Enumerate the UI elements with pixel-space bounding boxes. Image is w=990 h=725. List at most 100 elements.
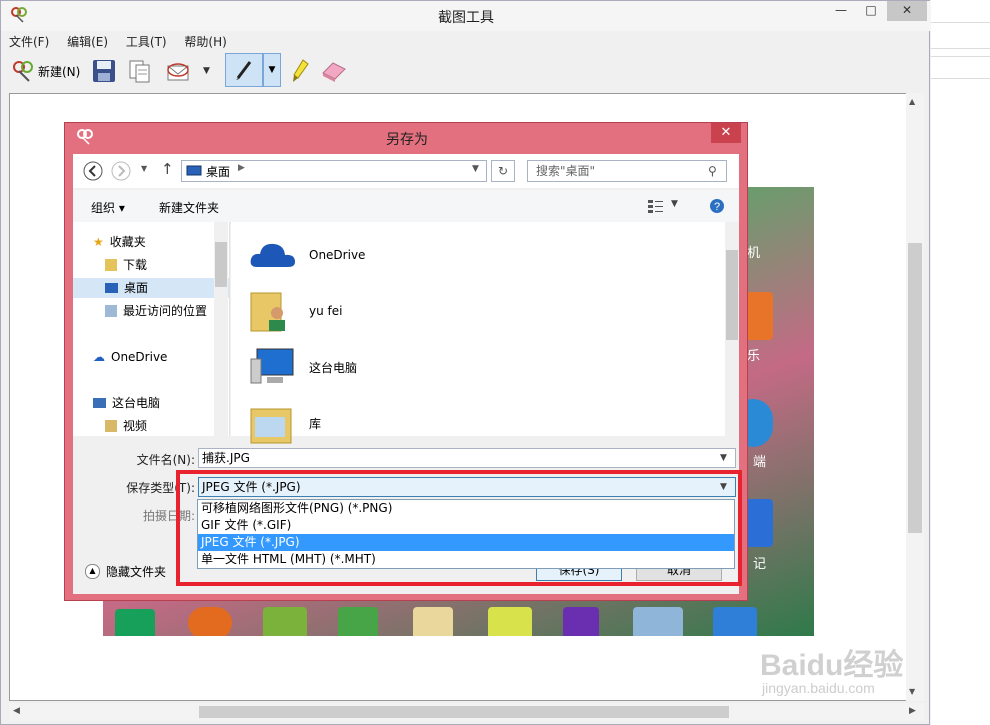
nav-pane-scrollbar[interactable] — [214, 222, 228, 436]
tree-item-downloads[interactable]: 下载 — [105, 255, 147, 275]
collapse-icon: ▲ — [85, 564, 100, 579]
taskbar-app-icon — [713, 607, 757, 636]
pen-dropdown-arrow-icon[interactable]: ▼ — [263, 53, 281, 87]
bg-label: 机 — [747, 246, 761, 261]
file-item-libraries[interactable]: 库 — [247, 398, 321, 448]
address-location: 桌面 — [206, 165, 231, 179]
filename-label: 文件名(N): — [136, 453, 195, 467]
help-icon[interactable]: ? — [709, 198, 725, 214]
view-options-icon[interactable] — [647, 198, 665, 214]
bg-label: 乐 — [747, 349, 761, 364]
bg-label: 端 — [753, 455, 767, 470]
highlight-annotation-box — [176, 470, 742, 586]
new-folder-button[interactable]: 新建文件夹 — [159, 199, 219, 216]
desktop-icon — [105, 283, 118, 293]
taskbar-app-icon — [263, 607, 307, 636]
send-snip-button[interactable] — [165, 55, 191, 87]
watermark-logo: Baidu经验 — [760, 649, 904, 682]
computer-icon — [93, 398, 106, 408]
copy-icon — [129, 60, 150, 83]
minimize-button[interactable]: — — [827, 1, 855, 21]
dialog-title: 另存为 — [386, 132, 428, 148]
filename-dropdown-icon[interactable]: ▼ — [720, 449, 727, 467]
send-dropdown-arrow-icon[interactable]: ▼ — [203, 55, 210, 87]
address-dropdown-icon[interactable]: ▼ — [472, 164, 479, 174]
scissors-icon — [13, 61, 33, 82]
file-scroll-thumb[interactable] — [726, 250, 738, 340]
hide-folders-toggle[interactable]: ▲ 隐藏文件夹 — [85, 563, 166, 580]
tree-item-favorites[interactable]: ★ 收藏夹 — [93, 232, 146, 252]
file-pane-scrollbar[interactable] — [725, 222, 739, 436]
breadcrumb-arrow-icon[interactable]: ▶ — [238, 163, 245, 173]
taskbar-app-icon — [563, 607, 599, 636]
file-item-this-pc[interactable]: 这台电脑 — [247, 342, 357, 392]
search-placeholder: 搜索"桌面" — [536, 164, 596, 178]
new-snip-button[interactable]: 新建(N) — [11, 55, 80, 87]
file-item-user-folder[interactable]: yu fei — [247, 286, 342, 336]
cloud-icon: ☁ — [93, 350, 105, 364]
menu-file[interactable]: 文件(F) — [9, 32, 49, 51]
address-bar[interactable]: 桌面 ▶ ▼ — [181, 160, 487, 182]
scroll-down-arrow-icon[interactable]: ▼ — [909, 687, 915, 696]
search-box[interactable]: 搜索"桌面" ⚲ — [527, 160, 727, 182]
hide-folders-label: 隐藏文件夹 — [106, 565, 167, 579]
taskbar-app-icon — [413, 607, 453, 636]
title-bar: 截图工具 — □ ✕ — [1, 1, 931, 31]
filename-value: 捕获.JPG — [202, 451, 250, 465]
file-list-pane: OneDrive yu fei 这台电脑 库 — [231, 222, 739, 444]
file-label: 库 — [309, 416, 322, 431]
tree-item-onedrive[interactable]: ☁ OneDrive — [93, 347, 167, 367]
close-button[interactable]: ✕ — [887, 1, 927, 21]
menu-bar: 文件(F) 编辑(E) 工具(T) 帮助(H) — [9, 32, 241, 52]
command-bar: 组织 ▾ 新建文件夹 ▼ ? — [73, 190, 739, 223]
tree-label: 最近访问的位置 — [123, 304, 208, 318]
send-email-icon — [167, 63, 189, 81]
refresh-icon[interactable]: ↻ — [491, 160, 515, 182]
tree-item-videos[interactable]: 视频 — [105, 416, 147, 436]
horizontal-scrollbar[interactable]: ◀ ▶ — [9, 703, 924, 721]
highlighter-icon — [293, 59, 309, 82]
copy-button[interactable] — [127, 55, 153, 87]
highlighter-button[interactable] — [289, 55, 311, 87]
taskbar-app-icon — [338, 607, 378, 636]
file-item-onedrive[interactable]: OneDrive — [247, 230, 365, 280]
back-arrow-icon[interactable] — [83, 161, 103, 181]
pen-icon — [236, 61, 252, 80]
firefox-icon — [188, 607, 232, 636]
vertical-scrollbar[interactable]: ▲ ▼ — [906, 93, 924, 701]
menu-tools[interactable]: 工具(T) — [126, 32, 167, 51]
tree-item-recent-places[interactable]: 最近访问的位置 — [105, 301, 207, 321]
tree-label: 桌面 — [124, 281, 149, 295]
search-icon: ⚲ — [708, 164, 717, 178]
menu-help[interactable]: 帮助(H) — [184, 32, 226, 51]
tree-label: 这台电脑 — [112, 396, 161, 410]
dialog-close-button[interactable]: ✕ — [711, 123, 741, 143]
scroll-up-arrow-icon[interactable]: ▲ — [909, 97, 915, 106]
menu-edit[interactable]: 编辑(E) — [67, 32, 108, 51]
horizontal-scroll-thumb[interactable] — [199, 706, 729, 718]
view-dropdown-icon[interactable]: ▼ — [671, 199, 678, 209]
pen-button[interactable] — [225, 53, 263, 87]
save-button[interactable] — [91, 55, 117, 87]
eraser-icon — [322, 62, 346, 82]
scroll-left-arrow-icon[interactable]: ◀ — [13, 706, 20, 716]
recent-locations-arrow-icon[interactable]: ▼ — [141, 164, 147, 173]
tree-item-desktop[interactable]: 桌面 — [73, 278, 229, 298]
cloud-icon — [250, 243, 295, 267]
vertical-scroll-thumb[interactable] — [908, 243, 922, 533]
eraser-button[interactable] — [319, 55, 347, 87]
filename-input[interactable]: 捕获.JPG ▼ — [198, 448, 736, 468]
up-arrow-icon[interactable]: ↑ — [161, 160, 174, 178]
maximize-button[interactable]: □ — [857, 1, 885, 21]
forward-arrow-icon[interactable] — [111, 161, 131, 181]
downloads-folder-icon — [105, 259, 117, 271]
star-icon: ★ — [93, 235, 104, 249]
organize-button[interactable]: 组织 ▾ — [91, 199, 125, 216]
libraries-icon — [250, 408, 292, 444]
bg-label: 记 — [753, 557, 767, 572]
nav-scroll-thumb[interactable] — [215, 242, 227, 287]
scroll-right-arrow-icon[interactable]: ▶ — [909, 706, 916, 716]
file-label: OneDrive — [309, 248, 366, 262]
file-label: yu fei — [309, 304, 343, 318]
tree-item-this-pc[interactable]: 这台电脑 — [93, 393, 160, 413]
